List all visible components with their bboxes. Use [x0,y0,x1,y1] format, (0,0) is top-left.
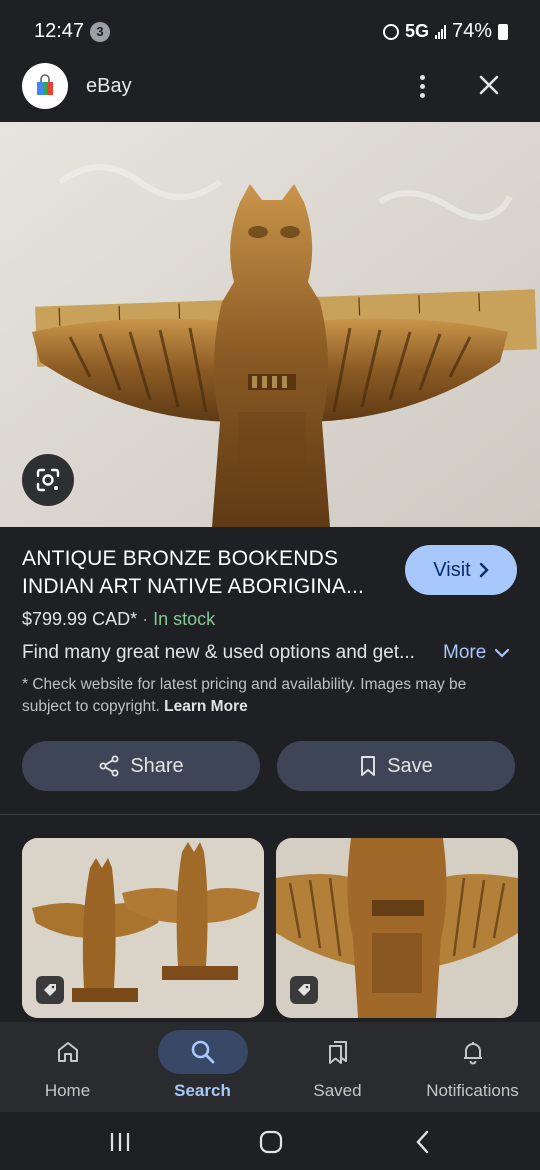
tag-icon [290,976,318,1004]
bell-icon [428,1030,518,1074]
product-description: Find many great new & used options and g… [22,642,415,663]
learn-more-link[interactable]: Learn More [164,698,248,715]
home-icon [23,1030,113,1074]
separator: · [142,609,149,629]
visit-button[interactable]: Visit [405,545,517,595]
back-icon[interactable] [393,1122,453,1162]
price: $799.99 CAD* [22,609,138,629]
chevron-right-icon [479,562,489,578]
network-type: 5G [404,21,429,41]
nav-label-home: Home [44,1081,91,1100]
chevron-down-icon [495,648,510,658]
battery-icon [498,23,508,40]
nav-label-notifications: Notifications [426,1081,519,1100]
section-divider [0,814,540,815]
visit-label: Visit [433,558,471,581]
share-button[interactable]: Share [22,741,260,791]
product-image[interactable] [0,122,540,527]
app-header: eBay [0,48,540,122]
share-icon [99,755,119,777]
search-icon [158,1030,248,1074]
save-button[interactable]: Save [277,741,515,791]
bronze-totem-image [0,122,540,527]
disclaimer: * Check website for latest pricing and a… [22,674,518,718]
tag-icon [36,976,64,1004]
related-thumb-closeup[interactable] [276,838,518,1018]
system-navigation-bar [0,1112,540,1170]
nav-label-saved: Saved [313,1081,362,1100]
battery-percent: 74% [451,20,492,42]
nav-item-notifications[interactable]: Notifications [405,1022,540,1112]
status-time: 12:47 [34,20,85,42]
notification-count-badge: 3 [90,22,110,42]
bottom-navigation: Home Search Saved Notifications [0,1022,540,1112]
nav-item-saved[interactable]: Saved [270,1022,405,1112]
recent-apps-icon[interactable] [90,1122,150,1162]
close-icon[interactable] [474,70,504,100]
more-vert-icon[interactable] [408,68,436,104]
more-button[interactable]: More [443,642,510,664]
price-row: $799.99 CAD* · In stock [22,609,215,630]
more-label: More [443,642,487,663]
related-thumb-pair[interactable] [22,838,264,1018]
nav-label-search: Search [174,1081,231,1100]
status-indicators: 5G 74% [382,20,508,43]
shopping-bag-logo-icon [22,63,68,109]
nav-item-home[interactable]: Home [0,1022,135,1112]
alarm-icon [382,23,399,40]
stock-status: In stock [153,609,216,629]
bookmarks-icon [293,1030,383,1074]
google-lens-icon[interactable] [22,454,74,506]
nav-item-search[interactable]: Search [135,1022,270,1112]
bookmark-icon [361,756,376,776]
home-button-icon[interactable] [241,1122,301,1162]
product-title[interactable]: ANTIQUE BRONZE BOOKENDS INDIAN ART NATIV… [22,545,392,601]
app-title: eBay [86,75,132,97]
share-label: Share [130,754,184,777]
signal-icon [434,24,446,39]
save-label: Save [387,754,433,777]
